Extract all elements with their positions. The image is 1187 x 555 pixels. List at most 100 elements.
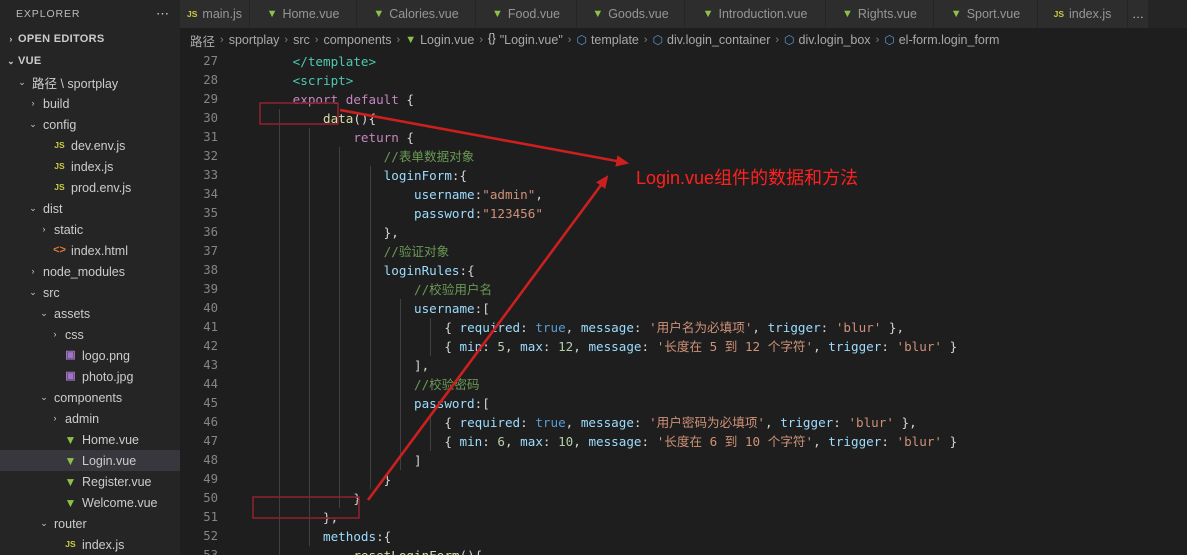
tree-item-assets[interactable]: ⌄ assets xyxy=(0,303,180,324)
breadcrumb-item-div.login_box[interactable]: ⬡ div.login_box xyxy=(784,33,871,47)
code-text[interactable]: { required: true, message: '用户密码为必填项', t… xyxy=(232,413,916,432)
code-token: resetLoginForm xyxy=(353,548,459,555)
explorer-section-vue[interactable]: ⌄ VUE xyxy=(0,50,180,72)
code-text[interactable]: ] xyxy=(232,451,422,470)
breadcrumb-item-template[interactable]: ⬡ template xyxy=(576,33,638,47)
indent-guide xyxy=(369,166,371,489)
tab-Calories-vue[interactable]: ▼ Calories.vue xyxy=(357,0,476,28)
code-line: 44 //校验密码 xyxy=(180,375,957,394)
breadcrumb-separator-icon: › xyxy=(775,34,780,46)
code-token: , xyxy=(573,434,589,449)
explorer-section-open-editors[interactable]: › OPEN EDITORS xyxy=(0,28,180,50)
code-text[interactable]: </template> xyxy=(232,52,376,71)
tree-item-static[interactable]: › static xyxy=(0,219,180,240)
tree-item-src[interactable]: ⌄ src xyxy=(0,282,180,303)
breadcrumb-item-div.login_container[interactable]: ⬡ div.login_container xyxy=(653,33,771,47)
tree-item-config[interactable]: ⌄ config xyxy=(0,114,180,135)
code-token: username xyxy=(413,301,475,316)
tree-item-prod.env.js[interactable]: ›JSprod.env.js xyxy=(0,177,180,198)
code-text[interactable]: //表单数据对象 xyxy=(232,147,475,166)
tree-item-photo.jpg[interactable]: ›▣photo.jpg xyxy=(0,366,180,387)
tree-item-Welcome.vue[interactable]: ›▼Welcome.vue xyxy=(0,492,180,513)
code-line: 53 resetLoginForm(){ xyxy=(180,546,957,555)
tree-item-node_modules[interactable]: › node_modules xyxy=(0,261,180,282)
code-text[interactable]: return { xyxy=(232,128,414,147)
code-editor[interactable]: 27 </template> 28 <script> 29 export defau… xyxy=(180,52,1187,555)
breadcrumb-item-components[interactable]: components xyxy=(323,33,391,47)
js-file-icon: JS xyxy=(54,182,65,193)
code-text[interactable]: data(){ xyxy=(232,109,376,128)
code-text[interactable]: //校验用户名 xyxy=(232,280,492,299)
tree-item-label: admin xyxy=(65,411,100,426)
code-token: password xyxy=(413,206,475,221)
code-text[interactable]: methods:{ xyxy=(232,527,391,546)
tree-item-Register.vue[interactable]: ›▼Register.vue xyxy=(0,471,180,492)
code-token: , xyxy=(573,339,589,354)
tree-item-logo.png[interactable]: ›▣logo.png xyxy=(0,345,180,366)
breadcrumb-item-el-form.login_form[interactable]: ⬡ el-form.login_form xyxy=(884,33,999,47)
tab-Introduction-vue[interactable]: ▼ Introduction.vue xyxy=(685,0,826,28)
tab-Food-vue[interactable]: ▼ Food.vue xyxy=(476,0,577,28)
line-number: 42 xyxy=(203,339,218,353)
code-text[interactable]: { min: 6, max: 10, message: '长度在 6 到 10 … xyxy=(232,432,957,451)
tree-item-Login.vue[interactable]: ›▼Login.vue xyxy=(0,450,180,471)
editor-tab-bar: JS main.js ▼ Home.vue ▼ Calories.vue ▼ Food.vue… xyxy=(180,0,1187,28)
code-text[interactable]: { required: true, message: '用户名为必填项', tr… xyxy=(232,318,904,337)
breadcrumb-item--[interactable]: 路径 xyxy=(190,31,215,50)
breadcrumb-item-sportplay[interactable]: sportplay xyxy=(229,33,280,47)
tree-item-index.html[interactable]: ›<>index.html xyxy=(0,240,180,261)
tree-item-css[interactable]: › css xyxy=(0,324,180,345)
code-text[interactable]: //验证对象 xyxy=(232,242,450,261)
tree-item-Home.vue[interactable]: ›▼Home.vue xyxy=(0,429,180,450)
code-text[interactable]: password:[ xyxy=(232,394,490,413)
code-line: 28 <script> xyxy=(180,71,957,90)
tree-item-index.js[interactable]: ›JSindex.js xyxy=(0,534,180,555)
cube-icon: ⬡ xyxy=(884,33,895,47)
code-text[interactable]: loginRules:{ xyxy=(232,261,475,280)
breadcrumb-item-src[interactable]: src xyxy=(293,33,310,47)
code-text[interactable]: }, xyxy=(232,508,338,527)
tree-item-build[interactable]: › build xyxy=(0,93,180,114)
code-text[interactable]: }, xyxy=(232,223,399,242)
tree-item-dev.env.js[interactable]: ›JSdev.env.js xyxy=(0,135,180,156)
code-token: } xyxy=(942,434,958,449)
code-token: //表单数据对象 xyxy=(383,149,475,164)
code-text[interactable]: //校验密码 xyxy=(232,375,480,394)
tab-main-js[interactable]: JS main.js xyxy=(180,0,250,28)
tab-overflow-button[interactable]: … xyxy=(1128,0,1148,28)
tree-item-dist[interactable]: ⌄ dist xyxy=(0,198,180,219)
code-text[interactable]: { min: 5, max: 12, message: '长度在 5 到 12 … xyxy=(232,337,957,356)
breadcrumb-item-Login.vue[interactable]: ▼ Login.vue xyxy=(405,33,474,47)
code-token: '用户密码为必填项' xyxy=(649,415,766,430)
tree-item-router[interactable]: ⌄ router xyxy=(0,513,180,534)
code-text[interactable]: export default { xyxy=(232,90,414,109)
breadcrumb-item--Login.vue-[interactable]: {} "Login.vue" xyxy=(488,33,563,47)
tab-index-js[interactable]: JS index.js xyxy=(1038,0,1128,28)
code-line: 41 { required: true, message: '用户名为必填项',… xyxy=(180,318,957,337)
code-token: : xyxy=(641,434,657,449)
ellipsis-icon[interactable]: ⋯ xyxy=(156,6,170,22)
tab-Rights-vue[interactable]: ▼ Rights.vue xyxy=(826,0,934,28)
code-token: loginForm xyxy=(383,168,452,183)
tree-item-路径-sportplay[interactable]: ⌄ 路径 \ sportplay xyxy=(0,72,180,93)
code-text[interactable]: } xyxy=(232,489,361,508)
tab-Home-vue[interactable]: ▼ Home.vue xyxy=(250,0,357,28)
tab-Goods-vue[interactable]: ▼ Goods.vue xyxy=(577,0,685,28)
code-text[interactable]: username:[ xyxy=(232,299,490,318)
code-text[interactable]: loginForm:{ xyxy=(232,166,467,185)
tab-Sport-vue[interactable]: ▼ Sport.vue xyxy=(934,0,1038,28)
code-token: message xyxy=(580,320,634,335)
line-number: 33 xyxy=(203,168,218,182)
tab-label: Rights.vue xyxy=(857,7,917,21)
line-number: 49 xyxy=(203,472,218,486)
code-text[interactable]: <script> xyxy=(232,71,354,90)
tree-item-index.js[interactable]: ›JSindex.js xyxy=(0,156,180,177)
js-file-icon: JS xyxy=(1053,8,1064,19)
code-text[interactable]: resetLoginForm(){ xyxy=(232,546,482,555)
tree-item-components[interactable]: ⌄ components xyxy=(0,387,180,408)
tree-item-admin[interactable]: › admin xyxy=(0,408,180,429)
code-text[interactable]: } xyxy=(232,470,392,489)
line-number: 32 xyxy=(203,149,218,163)
code-token: ] xyxy=(413,453,422,468)
